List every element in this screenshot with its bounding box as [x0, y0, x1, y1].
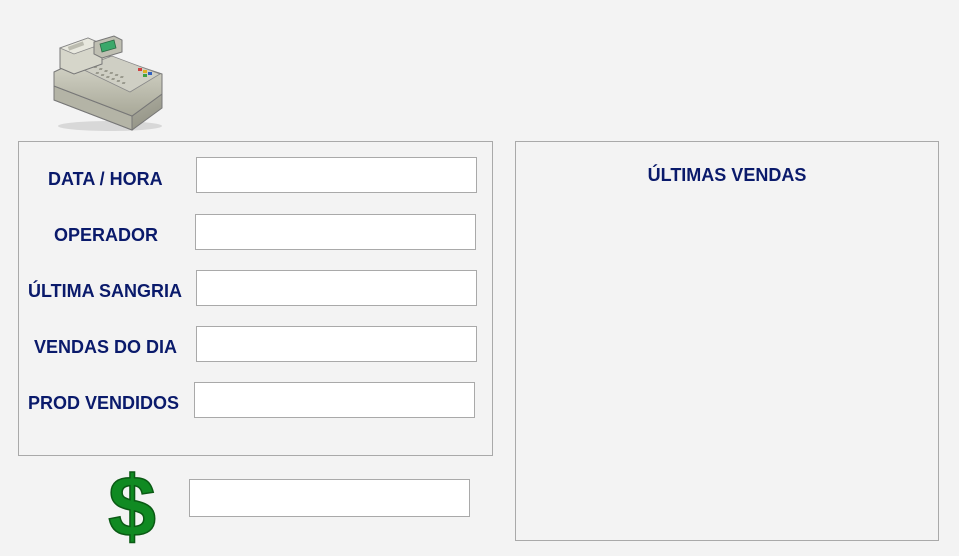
- operator-label: OPERADOR: [54, 225, 159, 245]
- cash-register-icon: [53, 35, 163, 131]
- total-field[interactable]: [189, 479, 470, 517]
- datetime-label: DATA / HORA: [48, 169, 163, 189]
- last-withdrawal-label: ÚLTIMA SANGRIA: [28, 281, 182, 301]
- operator-field[interactable]: [195, 214, 476, 250]
- dollar-sign-icon: $: [107, 462, 156, 544]
- recent-sales-panel: ÚLTIMAS VENDAS: [515, 141, 939, 541]
- svg-text:$: $: [108, 462, 156, 544]
- datetime-field[interactable]: [196, 157, 477, 193]
- products-sold-field[interactable]: [194, 382, 475, 418]
- recent-sales-title: ÚLTIMAS VENDAS: [647, 165, 807, 185]
- daily-sales-label: VENDAS DO DIA: [34, 337, 178, 357]
- last-withdrawal-field[interactable]: [196, 270, 477, 306]
- daily-sales-field[interactable]: [196, 326, 477, 362]
- products-sold-label: PROD VENDIDOS: [28, 393, 180, 413]
